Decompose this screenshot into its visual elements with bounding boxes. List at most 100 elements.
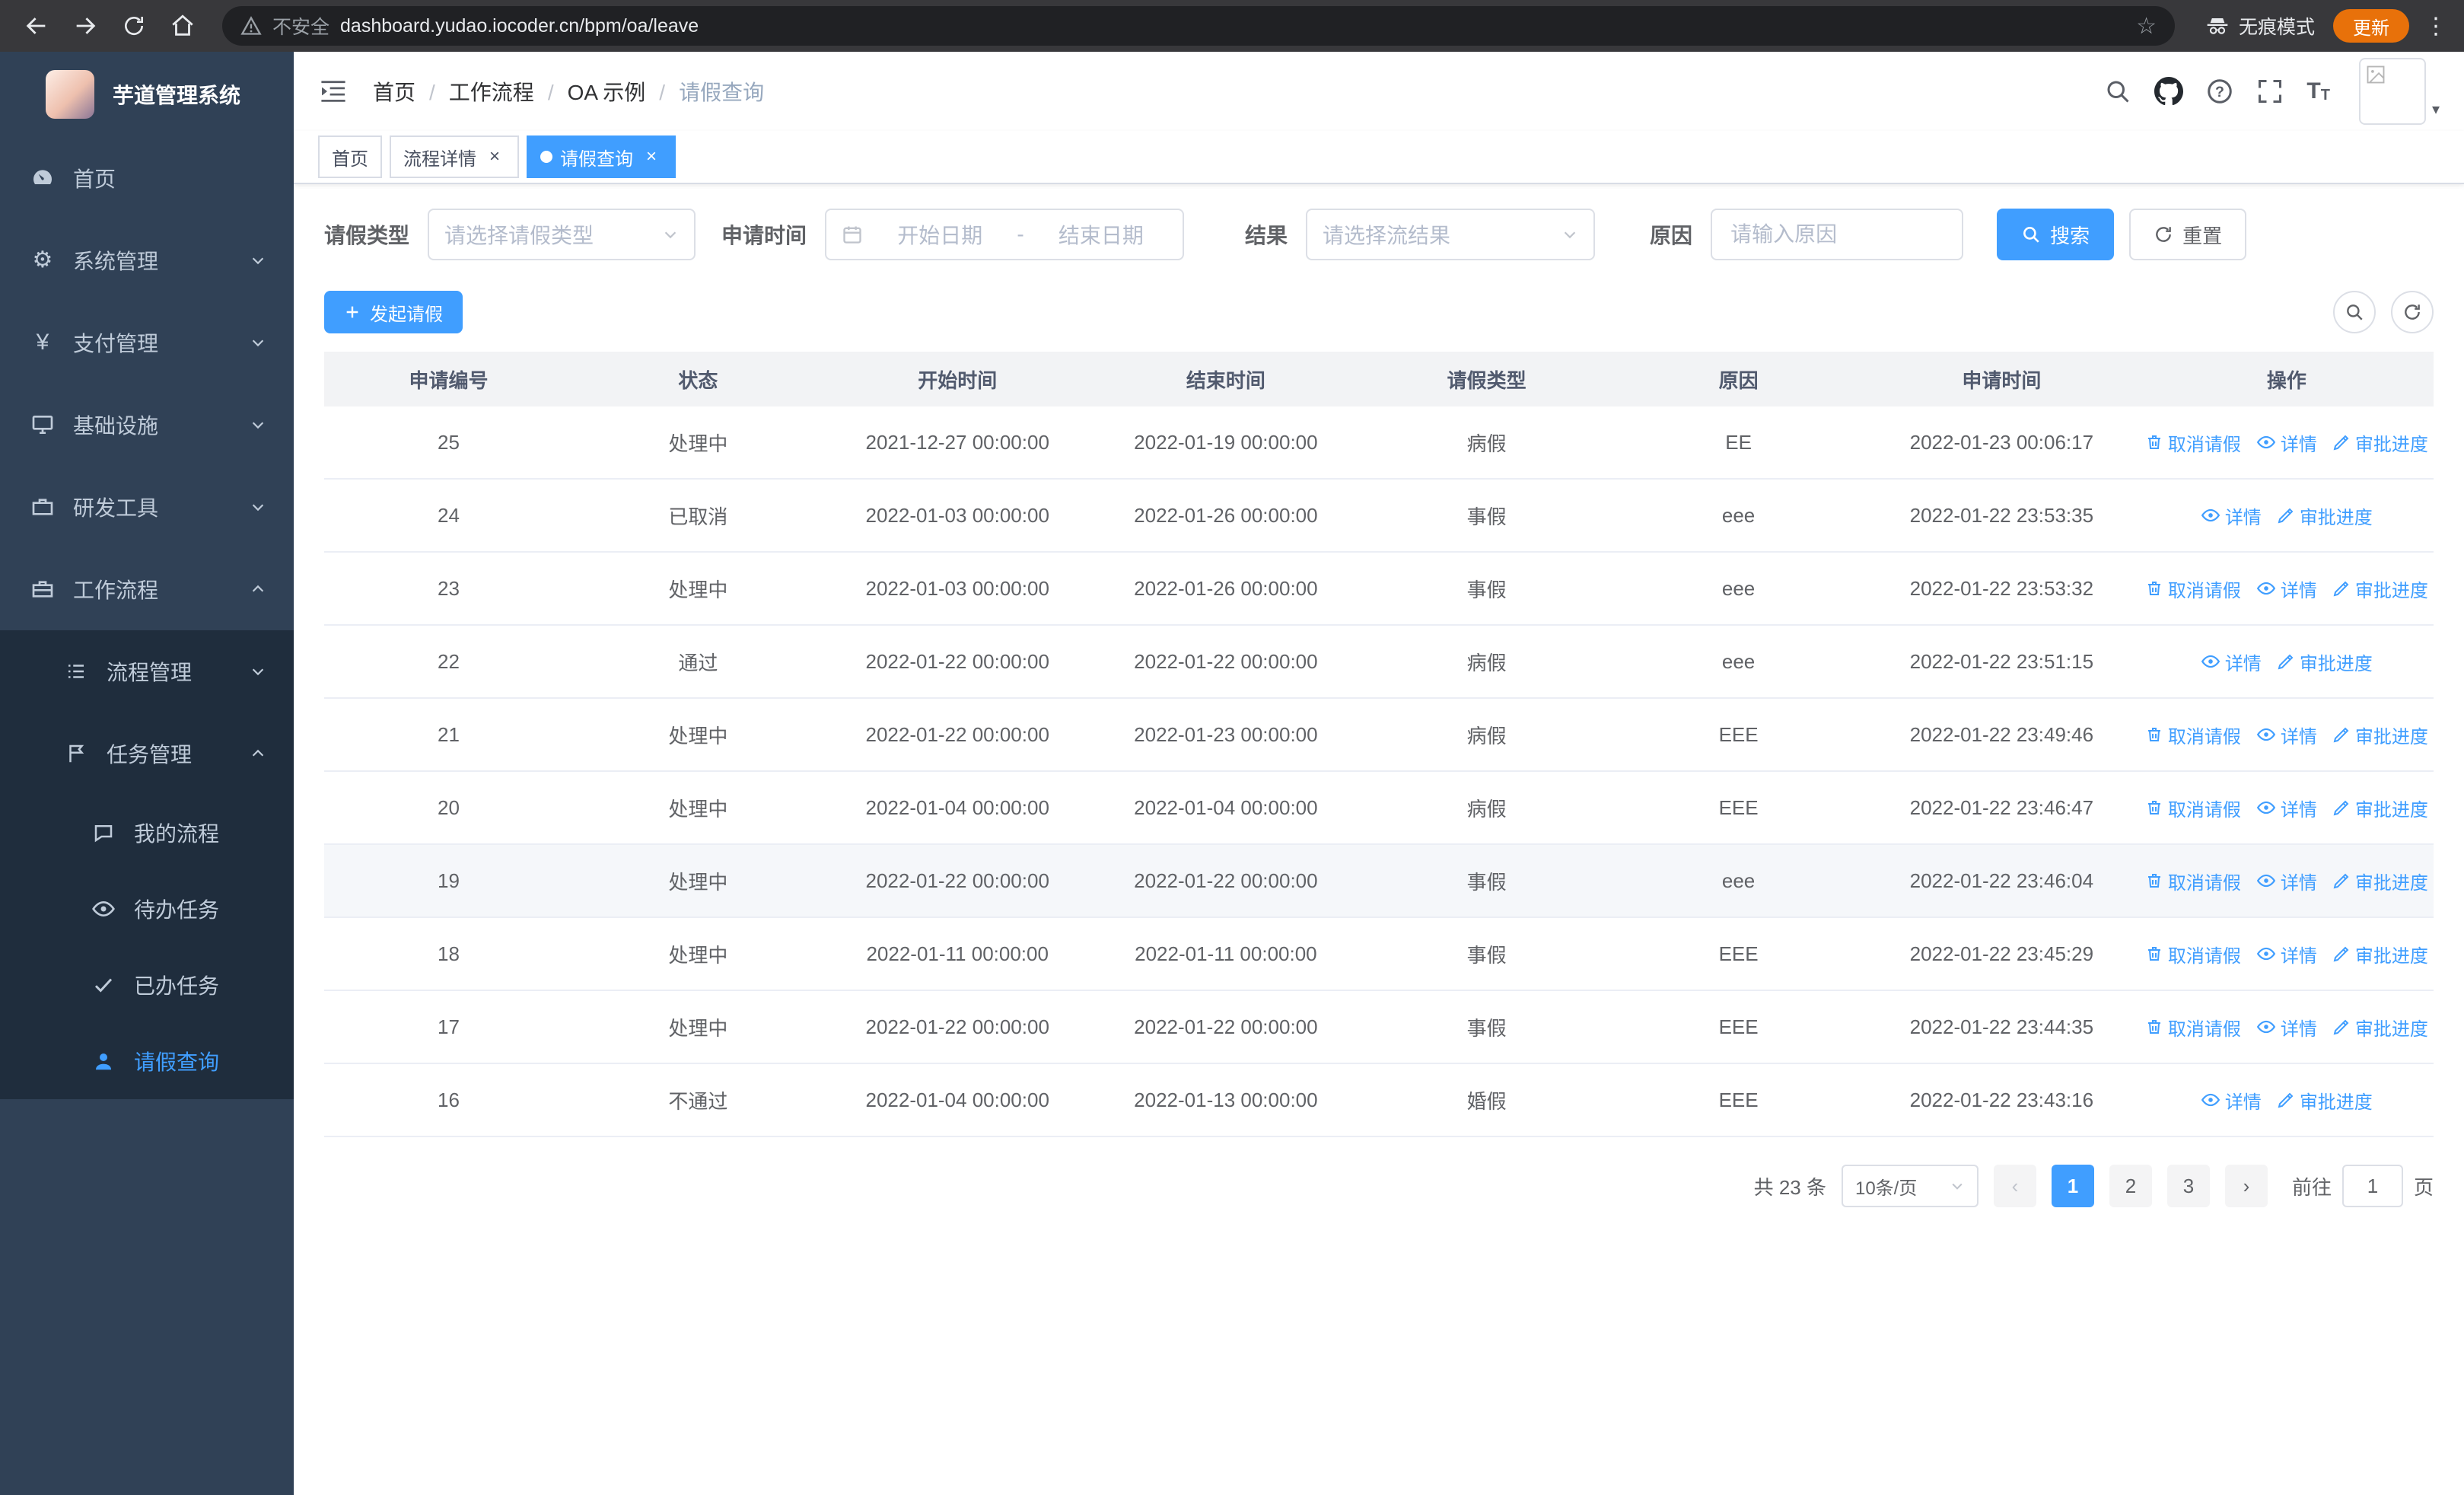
detail-link[interactable]: 详情 <box>2256 722 2317 748</box>
prev-page-button[interactable]: ‹ <box>1993 1165 2036 1207</box>
date-range-picker[interactable]: 开始日期 - 结束日期 <box>825 209 1185 260</box>
cancel-leave-link[interactable]: 取消请假 <box>2145 941 2241 967</box>
bookmark-star-icon[interactable]: ☆ <box>2136 13 2157 40</box>
cancel-leave-link[interactable]: 取消请假 <box>2145 868 2241 894</box>
approval-progress-link[interactable]: 审批进度 <box>2332 722 2428 748</box>
cell-status: 处理中 <box>668 432 728 455</box>
breadcrumb-workflow[interactable]: 工作流程 <box>415 76 534 107</box>
reload-button[interactable] <box>113 5 155 47</box>
update-button[interactable]: 更新 <box>2333 9 2409 43</box>
detail-link[interactable]: 详情 <box>2256 795 2317 821</box>
browser-menu-icon[interactable]: ⋮ <box>2415 11 2449 41</box>
user-avatar[interactable]: ▾ <box>2358 58 2440 125</box>
forward-button[interactable] <box>64 5 107 47</box>
cancel-leave-link[interactable]: 取消请假 <box>2145 1014 2241 1041</box>
page-number-button[interactable]: 3 <box>2166 1165 2210 1207</box>
sidebar-item-home[interactable]: 首页 <box>0 137 294 219</box>
page-size-select[interactable]: 10条/页 <box>1841 1165 1979 1207</box>
cancel-leave-link[interactable]: 取消请假 <box>2145 429 2241 456</box>
search-icon[interactable] <box>2104 78 2131 105</box>
approval-progress-link[interactable]: 审批进度 <box>2277 649 2373 675</box>
address-bar[interactable]: 不安全 dashboard.yudao.iocoder.cn/bpm/oa/le… <box>222 6 2175 46</box>
table-row[interactable]: 20 处理中 2022-01-04 00:00:00 2022-01-04 00… <box>324 772 2434 845</box>
browser-toolbar: 不安全 dashboard.yudao.iocoder.cn/bpm/oa/le… <box>0 0 2464 52</box>
cell-leave-type: 事假 <box>1466 1016 1507 1040</box>
tab-home[interactable]: 首页 <box>318 135 382 178</box>
sidebar-item-process-mgmt[interactable]: 流程管理 <box>0 630 294 712</box>
edit-icon <box>2277 506 2295 524</box>
incognito-badge: 无痕模式 <box>2205 12 2315 40</box>
table-row[interactable]: 19 处理中 2022-01-22 00:00:00 2022-01-22 00… <box>324 845 2434 918</box>
create-leave-button[interactable]: 发起请假 <box>324 291 463 333</box>
tab-process-detail[interactable]: 流程详情 × <box>390 135 519 178</box>
table-body: 25 处理中 2021-12-27 00:00:00 2022-01-19 00… <box>324 406 2434 1137</box>
result-select[interactable]: 请选择流结果 <box>1306 209 1596 260</box>
table-row[interactable]: 22 通过 2022-01-22 00:00:00 2022-01-22 00:… <box>324 626 2434 699</box>
detail-link[interactable]: 详情 <box>2256 1014 2317 1041</box>
table-row[interactable]: 17 处理中 2022-01-22 00:00:00 2022-01-22 00… <box>324 991 2434 1064</box>
table-row[interactable]: 23 处理中 2022-01-03 00:00:00 2022-01-26 00… <box>324 553 2434 626</box>
breadcrumb-home[interactable]: 首页 <box>373 76 415 107</box>
hamburger-icon[interactable] <box>318 76 349 107</box>
breadcrumb-oa-example[interactable]: OA 示例 <box>534 76 646 107</box>
detail-link[interactable]: 详情 <box>2256 868 2317 894</box>
table-row[interactable]: 21 处理中 2022-01-22 00:00:00 2022-01-23 00… <box>324 699 2434 772</box>
sidebar-item-todo-tasks[interactable]: 待办任务 <box>0 871 294 947</box>
toggle-search-icon[interactable] <box>2333 291 2376 333</box>
sidebar-item-leave-query[interactable]: 请假查询 <box>0 1023 294 1099</box>
approval-progress-link[interactable]: 审批进度 <box>2332 868 2428 894</box>
detail-link[interactable]: 详情 <box>2256 575 2317 602</box>
refresh-icon[interactable] <box>2391 291 2434 333</box>
cancel-leave-link[interactable]: 取消请假 <box>2145 795 2241 821</box>
approval-progress-link[interactable]: 审批进度 <box>2332 575 2428 602</box>
sidebar-item-system[interactable]: ⚙ 系统管理 <box>0 219 294 301</box>
approval-progress-link[interactable]: 审批进度 <box>2277 1087 2373 1114</box>
cell-end-time: 2022-01-23 00:00:00 <box>1134 722 1318 746</box>
back-button[interactable] <box>15 5 58 47</box>
help-icon[interactable]: ? <box>2206 78 2233 105</box>
detail-link[interactable]: 详情 <box>2201 649 2262 675</box>
trash-icon <box>2145 579 2163 598</box>
page-number-button[interactable]: 2 <box>2109 1165 2152 1207</box>
home-button[interactable] <box>161 5 204 47</box>
approval-progress-link[interactable]: 审批进度 <box>2332 795 2428 821</box>
cell-reason: EEE <box>1718 1088 1759 1111</box>
cancel-leave-link[interactable]: 取消请假 <box>2145 575 2241 602</box>
table-row[interactable]: 25 处理中 2021-12-27 00:00:00 2022-01-19 00… <box>324 406 2434 480</box>
sidebar-item-task-mgmt[interactable]: 任务管理 <box>0 712 294 795</box>
tab-close-icon[interactable]: × <box>641 146 662 167</box>
approval-progress-link[interactable]: 审批进度 <box>2277 502 2373 529</box>
tab-close-icon[interactable]: × <box>484 146 505 167</box>
sidebar-item-my-process[interactable]: 我的流程 <box>0 795 294 871</box>
reason-input[interactable] <box>1711 209 1964 260</box>
table-row[interactable]: 16 不通过 2022-01-04 00:00:00 2022-01-13 00… <box>324 1064 2434 1137</box>
approval-progress-link[interactable]: 审批进度 <box>2332 1014 2428 1041</box>
security-chip-label[interactable]: 不安全 <box>272 12 329 40</box>
page-number-button[interactable]: 1 <box>2051 1165 2094 1207</box>
font-size-icon[interactable]: TT <box>2306 78 2330 104</box>
sidebar-item-done-tasks[interactable]: 已办任务 <box>0 947 294 1023</box>
github-icon[interactable] <box>2154 77 2184 106</box>
cancel-leave-link[interactable]: 取消请假 <box>2145 722 2241 748</box>
detail-link[interactable]: 详情 <box>2256 941 2317 967</box>
detail-link[interactable]: 详情 <box>2256 429 2317 456</box>
sidebar-item-devtools[interactable]: 研发工具 <box>0 466 294 548</box>
fullscreen-icon[interactable] <box>2256 78 2284 105</box>
search-button[interactable]: 搜索 <box>1997 209 2115 260</box>
tab-leave-query[interactable]: 请假查询 × <box>527 135 676 178</box>
reset-button[interactable]: 重置 <box>2129 209 2247 260</box>
sidebar-item-payment[interactable]: ¥ 支付管理 <box>0 301 294 384</box>
chat-bubble-icon <box>91 821 116 845</box>
sidebar-item-workflow[interactable]: 工作流程 <box>0 548 294 630</box>
detail-link[interactable]: 详情 <box>2201 1087 2262 1114</box>
goto-page-input[interactable] <box>2341 1165 2403 1207</box>
sidebar-item-infra[interactable]: 基础设施 <box>0 384 294 466</box>
table-row[interactable]: 24 已取消 2022-01-03 00:00:00 2022-01-26 00… <box>324 480 2434 553</box>
approval-progress-link[interactable]: 审批进度 <box>2332 429 2428 456</box>
next-page-button[interactable]: › <box>2224 1165 2268 1207</box>
table-row[interactable]: 18 处理中 2022-01-11 00:00:00 2022-01-11 00… <box>324 918 2434 991</box>
approval-progress-link[interactable]: 审批进度 <box>2332 941 2428 967</box>
edit-icon <box>2332 725 2351 744</box>
detail-link[interactable]: 详情 <box>2201 502 2262 529</box>
leave-type-select[interactable]: 请选择请假类型 <box>428 209 696 260</box>
